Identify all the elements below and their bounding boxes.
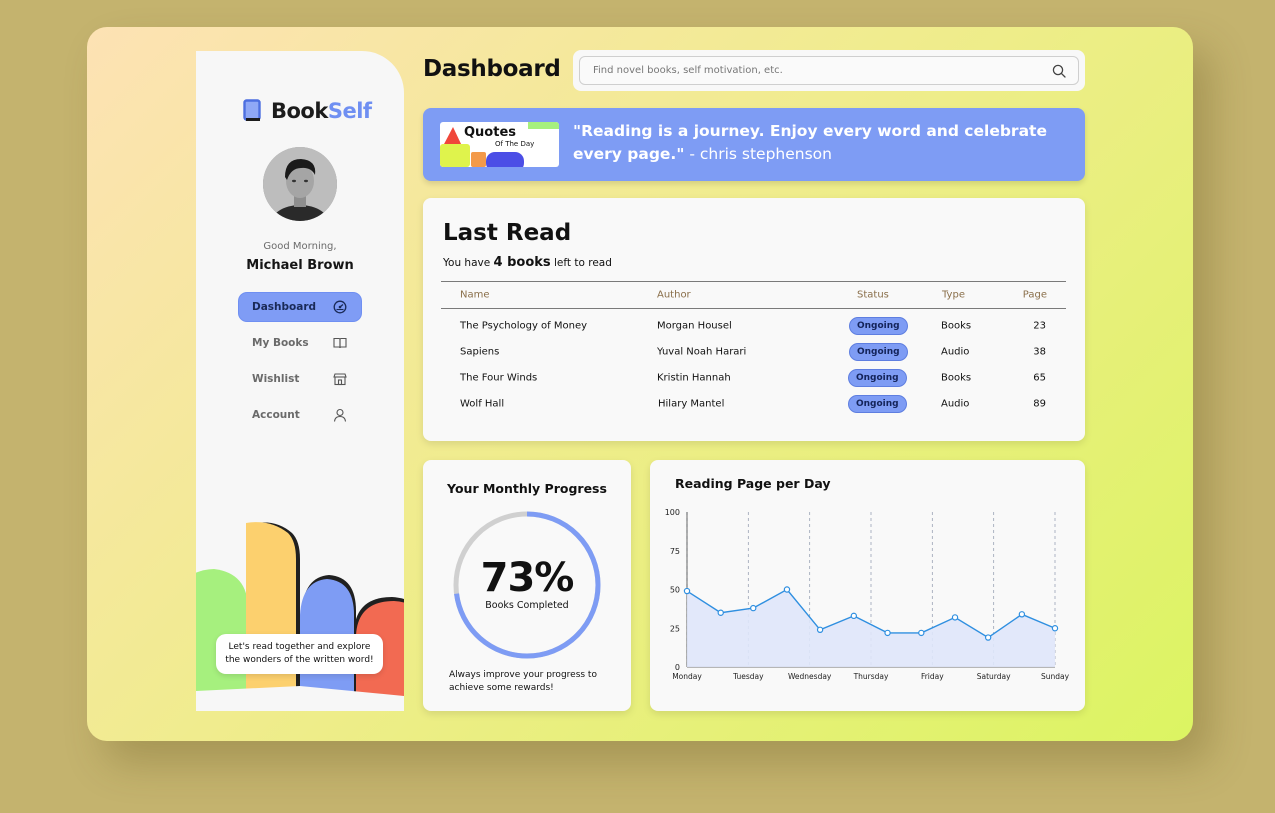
x-tick-label: Friday xyxy=(921,672,944,681)
book-author: Yuval Noah Harari xyxy=(657,346,747,358)
progress-label: Books Completed xyxy=(485,600,569,611)
data-point xyxy=(1018,611,1026,618)
x-tick-label: Tuesday xyxy=(732,672,764,681)
series-area xyxy=(687,589,1055,667)
data-point xyxy=(918,629,925,637)
sidebar-item-account[interactable]: Account xyxy=(239,401,361,429)
store-icon xyxy=(333,373,347,386)
brand-name: BookSelf xyxy=(271,99,372,123)
logo[interactable]: BookSelf xyxy=(243,99,372,123)
sidebar-item-label: Wishlist xyxy=(252,373,300,385)
data-point xyxy=(750,604,757,612)
book-author: Hilary Mantel xyxy=(658,398,725,410)
quote-of-the-day: Quotes Of The Day "Reading is a journey.… xyxy=(423,108,1085,181)
y-tick-label: 100 xyxy=(665,508,680,517)
y-tick-label: 0 xyxy=(675,663,680,672)
data-point xyxy=(717,609,724,616)
column-header-status[interactable]: Status xyxy=(857,290,889,301)
data-point xyxy=(850,612,858,620)
search-icon[interactable] xyxy=(1052,64,1066,78)
table-row[interactable]: Wolf Hall Hilary Mantel Ongoing Audio 89 xyxy=(441,391,1066,417)
search-bar xyxy=(573,50,1085,91)
x-tick-label: Monday xyxy=(672,672,702,681)
book-page: 89 xyxy=(1033,398,1046,410)
column-header-name[interactable]: Name xyxy=(460,290,490,301)
table-row[interactable]: The Psychology of Money Morgan Housel On… xyxy=(441,313,1066,339)
data-point xyxy=(816,626,824,633)
reading-chart-card: 0 25 50 75 100 Monday Tuesday Wednesday Thursday… xyxy=(650,460,1085,711)
book-type: Books xyxy=(941,372,972,384)
data-point xyxy=(951,614,959,621)
data-point xyxy=(1051,625,1059,632)
sidebar-item-my-books[interactable]: My Books xyxy=(239,329,361,357)
book-author: Kristin Hannah xyxy=(657,372,731,384)
book-author: Morgan Housel xyxy=(657,320,732,332)
search-input[interactable] xyxy=(593,65,1013,76)
book-name: The Psychology of Money xyxy=(460,320,588,332)
sidebar-item-label: Dashboard xyxy=(252,301,317,313)
avatar[interactable] xyxy=(263,147,337,221)
progress-value: 73% xyxy=(480,555,575,601)
sidebar-item-label: My Books xyxy=(252,337,309,349)
dashboard-icon xyxy=(333,300,347,314)
book-name: Wolf Hall xyxy=(460,398,505,410)
page-title: Dashboard xyxy=(423,56,561,82)
chart-title: Reading Page per Day xyxy=(675,476,831,491)
last-read-subtitle: You have 4 books left to read xyxy=(443,255,612,270)
progress-title: Your Monthly Progress xyxy=(447,481,607,496)
book-name: Sapiens xyxy=(460,346,500,358)
book-page: 38 xyxy=(1033,346,1046,358)
quote-author: - chris stephenson xyxy=(684,145,832,163)
sidebar-item-dashboard[interactable]: Dashboard xyxy=(239,293,361,321)
book-page: 65 xyxy=(1033,372,1046,384)
search-field xyxy=(579,56,1079,85)
x-tick-label: Wednesday xyxy=(788,672,832,681)
user-name: Michael Brown xyxy=(246,258,354,273)
table-row[interactable]: Sapiens Yuval Noah Harari Ongoing Audio … xyxy=(441,339,1066,365)
monthly-progress-card: Your Monthly Progress 73% Books Complete… xyxy=(423,460,631,711)
quote-badge: Quotes Of The Day xyxy=(440,122,559,167)
book-page: 23 xyxy=(1033,320,1046,332)
table-row[interactable]: The Four Winds Kristin Hannah Ongoing Bo… xyxy=(441,365,1066,391)
last-read-table: Name Author Status Type Page The Psychol… xyxy=(441,281,1066,417)
books-left-count: 4 books xyxy=(493,255,551,270)
x-tick-label: Thursday xyxy=(853,672,889,681)
column-header-type[interactable]: Type xyxy=(942,290,965,301)
x-tick-label: Sunday xyxy=(1041,672,1070,681)
quote-badge-title: Quotes xyxy=(464,125,517,140)
sidebar: BookSelf Good Morning, Michael Brown Das… xyxy=(196,51,404,711)
sidebar-item-label: Account xyxy=(252,409,300,421)
greeting: Good Morning, xyxy=(263,241,337,252)
sidebar-item-wishlist[interactable]: Wishlist xyxy=(239,365,361,393)
open-book-icon xyxy=(333,337,347,349)
book-type: Audio xyxy=(941,346,970,358)
last-read-card: Last Read You have 4 books left to read … xyxy=(423,198,1085,441)
user-icon xyxy=(333,408,347,422)
user-photo xyxy=(263,147,337,221)
quote-badge-subtitle: Of The Day xyxy=(495,140,535,148)
column-header-page[interactable]: Page xyxy=(1023,290,1047,301)
column-header-author[interactable]: Author xyxy=(657,290,691,301)
book-type: Audio xyxy=(941,398,970,410)
y-tick-label: 25 xyxy=(670,624,680,633)
y-tick-label: 50 xyxy=(670,586,680,595)
motivation-bubble: Let's read together and explore the wond… xyxy=(216,634,383,674)
progress-note: Always improve your progress to achieve … xyxy=(449,670,597,693)
last-read-title: Last Read xyxy=(443,220,572,246)
quote-text: "Reading is a journey. Enjoy every word … xyxy=(573,120,1073,166)
data-point xyxy=(783,586,791,593)
data-point xyxy=(884,629,891,637)
data-point xyxy=(984,634,992,641)
table-header: Name Author Status Type Page xyxy=(441,281,1066,309)
y-tick-label: 75 xyxy=(670,547,680,556)
book-type: Books xyxy=(941,320,972,332)
book-name: The Four Winds xyxy=(460,372,538,384)
x-tick-label: Saturday xyxy=(977,672,1011,681)
book-logo-icon xyxy=(243,99,261,121)
data-point xyxy=(683,587,691,595)
line-chart: 0 25 50 75 100 Monday Tuesday Wednesday Thursday… xyxy=(665,508,1070,681)
decorative-arches xyxy=(196,522,404,711)
